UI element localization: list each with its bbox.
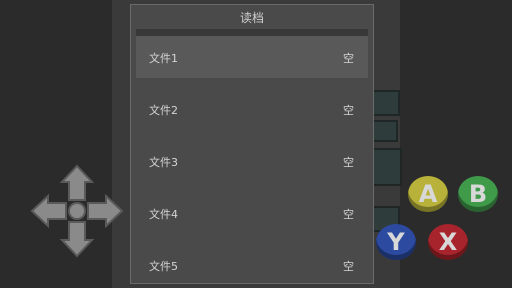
save-slot-4[interactable]: 文件4 空: [136, 192, 368, 234]
save-slot-2[interactable]: 文件2 空: [136, 88, 368, 130]
slot-name: 文件2: [149, 104, 178, 117]
dialog-title: 读档: [239, 11, 264, 25]
dpad-center: [68, 202, 86, 220]
y-button-label: Y: [387, 228, 405, 256]
b-button[interactable]: B: [458, 176, 498, 212]
save-slot-1[interactable]: 文件1 空: [136, 36, 368, 78]
slot-name: 文件5: [149, 260, 178, 273]
a-button-label: A: [418, 180, 438, 208]
dpad-up: [59, 164, 95, 201]
slot-status: 空: [343, 260, 354, 273]
side-widget-1[interactable]: [372, 90, 400, 116]
dpad[interactable]: [28, 162, 126, 260]
side-widget-2[interactable]: [372, 120, 398, 142]
load-dialog: 读档 文件1 空 文件2 空 文件3 空 文件4 空 文件5 空: [130, 4, 374, 284]
x-button-label: X: [438, 228, 458, 256]
a-button[interactable]: A: [408, 176, 448, 212]
slot-status: 空: [343, 52, 354, 65]
slot-name: 文件3: [149, 156, 178, 169]
slot-name: 文件4: [149, 208, 178, 221]
side-widget-3[interactable]: [372, 148, 402, 186]
dpad-left: [30, 193, 67, 229]
slot-name: 文件1: [149, 52, 178, 65]
x-button[interactable]: X: [428, 224, 468, 260]
slot-status: 空: [343, 104, 354, 117]
slot-status: 空: [343, 208, 354, 221]
y-button[interactable]: Y: [376, 224, 416, 260]
dpad-down: [59, 221, 95, 258]
b-button-label: B: [468, 180, 488, 208]
save-slot-5[interactable]: 文件5 空: [136, 244, 368, 286]
save-slot-3[interactable]: 文件3 空: [136, 140, 368, 182]
slot-status: 空: [343, 156, 354, 169]
dpad-right: [87, 193, 124, 229]
